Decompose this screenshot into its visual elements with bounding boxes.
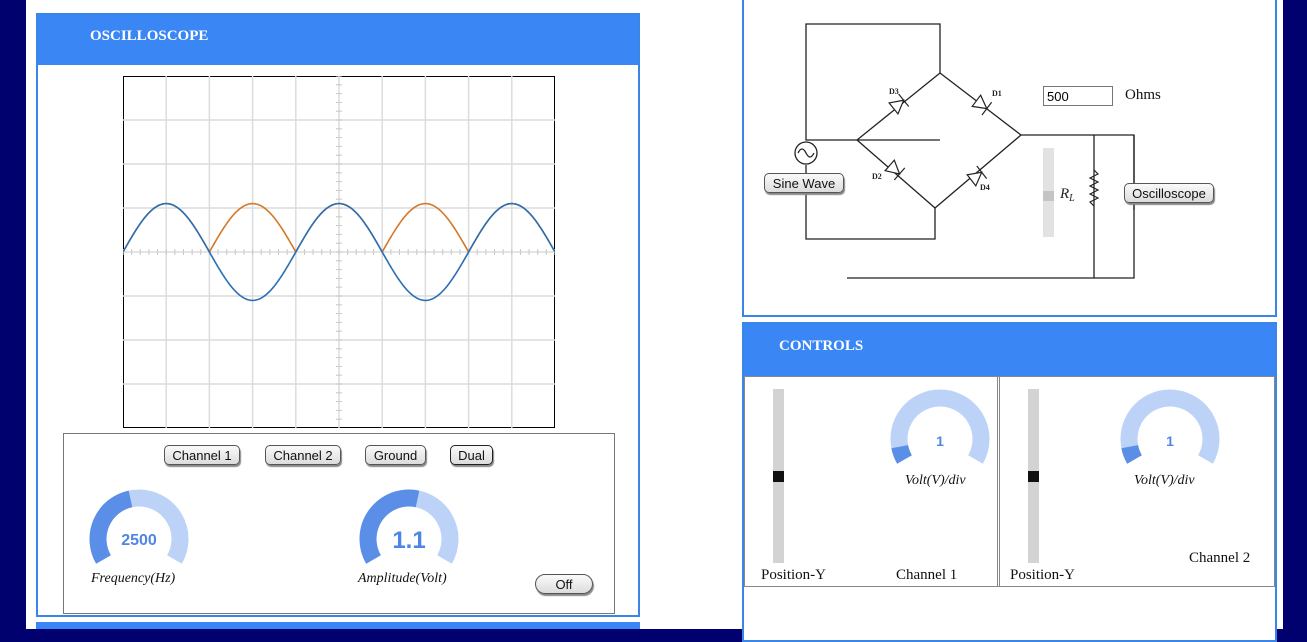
channel-2-position-label: Position-Y (1010, 567, 1076, 583)
bridge-rectifier-diagram: D3 D1 D2 D4 RL (794, 23, 1135, 279)
load-resistor-label: RL (1059, 186, 1075, 204)
frequency-knob[interactable]: 2500 (87, 489, 191, 577)
channel-1-controls: Position-Y 1 Volt(V)/div Channel 1 (744, 376, 1000, 587)
amplitude-label: Amplitude(Volt) (358, 571, 447, 586)
resistance-input[interactable] (1043, 86, 1113, 106)
controls-header: CONTROLS (744, 324, 1275, 376)
diode-d3-label: D3 (889, 87, 899, 96)
resistance-unit: Ohms (1125, 87, 1161, 103)
channel-2-controls: Position-Y 1 Volt(V)/div Channel 2 (997, 376, 1275, 587)
amplitude-value: 1.1 (392, 527, 425, 554)
diode-d2-icon (884, 158, 906, 181)
resistance-slider-thumb[interactable] (1043, 191, 1054, 201)
diode-d1-icon (971, 94, 993, 116)
channel-1-button[interactable]: Channel 1 (164, 445, 240, 465)
diode-d2-label: D2 (872, 172, 882, 181)
oscilloscope-header: OSCILLOSCOPE (38, 15, 638, 65)
controls-panel: CONTROLS Position-Y 1 Volt(V)/div Channe… (742, 322, 1277, 642)
controls-title: CONTROLS (779, 338, 864, 354)
channel-1-position-thumb[interactable] (773, 471, 784, 482)
dual-button[interactable]: Dual (450, 445, 493, 465)
oscilloscope-panel: OSCILLOSCOPE Channel 1 Channel 2 Ground … (36, 13, 640, 617)
channel-1-volt-value: 1 (936, 433, 944, 449)
frequency-label: Frequency(Hz) (91, 571, 176, 586)
oscilloscope-probe-button[interactable]: Oscilloscope (1124, 183, 1214, 203)
channel-2-volt-value: 1 (1166, 433, 1174, 449)
frequency-value: 2500 (121, 532, 157, 549)
channel-2-position-thumb[interactable] (1028, 471, 1039, 482)
channel-2-volt-knob[interactable]: 1 (1118, 389, 1222, 477)
power-off-button[interactable]: Off (535, 574, 593, 594)
oscilloscope-screen (123, 76, 555, 428)
ground-button[interactable]: Ground (365, 445, 426, 465)
channel-2-volt-label: Volt(V)/div (1134, 473, 1195, 488)
channel-2-button[interactable]: Channel 2 (265, 445, 341, 465)
channel-1-volt-label: Volt(V)/div (905, 473, 966, 488)
diode-d1-label: D1 (992, 89, 1002, 98)
channel-1-label: Channel 1 (896, 567, 958, 583)
diode-d4-label: D4 (980, 183, 990, 192)
amplitude-knob[interactable]: 1.1 (357, 489, 461, 577)
scope-control-box: Channel 1 Channel 2 Ground Dual 2500 Fre… (63, 433, 615, 614)
next-panel-strip (36, 622, 640, 629)
channel-1-position-label: Position-Y (761, 567, 827, 583)
circuit-panel: D3 D1 D2 D4 RL Sine Wave Oscilloscope Oh… (742, 0, 1277, 317)
channel-2-label: Channel 2 (1189, 550, 1251, 566)
oscilloscope-title: OSCILLOSCOPE (90, 28, 209, 44)
sine-wave-button[interactable]: Sine Wave (764, 173, 844, 193)
load-resistor-icon (1088, 169, 1100, 207)
channel-1-volt-knob[interactable]: 1 (888, 389, 992, 477)
